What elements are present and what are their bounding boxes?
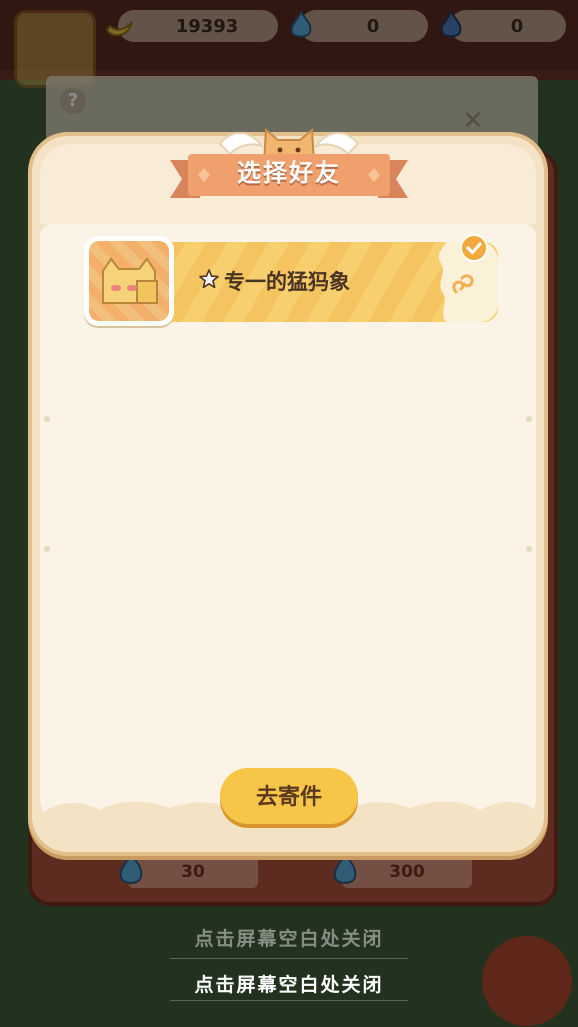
hint-divider	[170, 1000, 408, 1001]
send-mail-button[interactable]: 去寄件	[220, 768, 358, 824]
edge-dot	[44, 546, 50, 552]
edge-dot	[526, 546, 532, 552]
friend-name: 专一的猛犸象	[224, 270, 350, 294]
friend-list-item[interactable]: 专一的猛犸象	[84, 234, 498, 328]
star-icon	[199, 269, 219, 289]
dialog-title: 选择好友	[237, 159, 341, 187]
checkmark-icon[interactable]	[460, 234, 488, 262]
title-ribbon: 选择好友	[170, 150, 408, 198]
hint-divider	[170, 958, 408, 959]
friend-avatar	[84, 236, 174, 326]
edge-dot	[44, 416, 50, 422]
toast-avatar-icon	[89, 241, 169, 321]
link-icon[interactable]	[448, 270, 478, 300]
edge-dot	[526, 416, 532, 422]
close-hint: 点击屏幕空白处关闭	[194, 974, 384, 996]
close-hint-faded: 点击屏幕空白处关闭	[194, 928, 384, 950]
select-friend-dialog: 选择好友 专一的猛犸象 去寄件	[28, 118, 548, 858]
